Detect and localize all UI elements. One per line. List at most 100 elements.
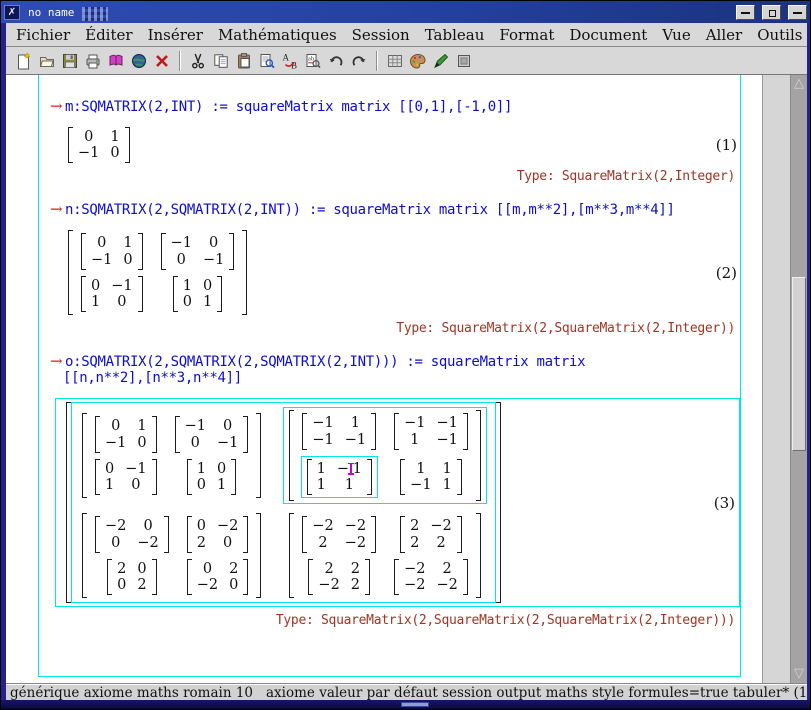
matrix: 11−11 [400,459,462,495]
menu-fichier[interactable]: Fichier [16,26,70,44]
menu-mathmatiques[interactable]: Mathématiques [218,26,337,44]
equation-label: (3) [708,494,735,512]
matrix-cell: 1 [137,418,146,434]
matrix-cell: 0 [117,294,126,310]
matrix-cell: −1 [111,278,132,294]
matrix-cell: 0 [117,577,126,593]
matrix-cell: 1 [110,129,119,145]
matrix: −100−1 [175,416,249,452]
paste-button[interactable] [232,49,255,73]
type-annotation: Type: SquareMatrix(2,Integer) [39,169,740,184]
matrix: 0−110 [95,459,157,495]
input-code[interactable]: o:SQMATRIX(2,SQMATRIX(2,SQMATRIX(2,INT))… [65,354,585,370]
maximize-button[interactable] [762,5,781,20]
session-output[interactable]: 01−10−100−10−1101001(2) [39,230,740,315]
matrix-cell: 0 [183,294,192,310]
vertical-scrollbar[interactable]: △ ▽ [790,75,807,683]
search-replace-button[interactable]: AB [278,49,301,73]
matrix-cell: 2 [318,535,327,551]
matrix-cell: 2 [443,561,452,577]
input-prompt-arrow: → [39,200,65,218]
input-code[interactable]: n:SQMATRIX(2,SQMATRIX(2,INT)) := squareM… [65,202,675,218]
iconify-button[interactable] [736,5,755,20]
session-input[interactable]: →o:SQMATRIX(2,SQMATRIX(2,SQMATRIX(2,INT)… [39,352,740,386]
copy-button[interactable] [209,49,232,73]
matrix-cell: −1 [312,415,333,431]
session-output[interactable]: 01−10−100−10−1101001−11−1−1−1−11−11−1111… [55,398,740,607]
matrix-cell: −2 [137,535,158,551]
save-button[interactable] [58,49,81,73]
menu-tableau[interactable]: Tableau [425,26,485,44]
shade-button[interactable] [788,5,807,20]
redo-icon [350,52,368,70]
matrix-grid: 1001 [192,459,231,495]
redo-button[interactable] [347,49,370,73]
scroll-down-icon[interactable]: ▽ [791,665,807,683]
matrix: 2002 [107,559,156,595]
horizontal-scrollbar-thumb[interactable] [401,702,429,707]
table-button[interactable] [383,49,406,73]
type-annotation: Type: SquareMatrix(2,SquareMatrix(2,Squa… [39,613,740,628]
window-title: no name [24,6,78,19]
print-button[interactable] [81,49,104,73]
axiom-session: →m:SQMATRIX(2,INT) := squareMatrix matri… [38,75,741,677]
search-button[interactable] [255,49,278,73]
matrix-grid: 01−10 [86,233,138,269]
input-prompt-arrow: → [39,97,65,115]
menu-format[interactable]: Format [499,26,554,44]
menu-aller[interactable]: Aller [706,26,742,44]
spell-check-button[interactable]: ab [301,49,324,73]
horizontal-scrollbar[interactable] [1,700,810,709]
matrix-cell: −1 [217,435,238,451]
book-button[interactable] [104,49,127,73]
matrix-right-bracket [256,513,261,598]
menu-insrer[interactable]: Insérer [148,26,203,44]
matrix-cell: 1 [351,415,360,431]
matrix: 2−222 [400,516,462,552]
matrix-cell: −2 [312,518,333,534]
main-area: →m:SQMATRIX(2,INT) := squareMatrix matri… [6,75,807,684]
input-code[interactable]: m:SQMATRIX(2,INT) := squareMatrix matrix… [65,99,512,115]
scrollbar-thumb[interactable] [792,277,806,451]
matrix-right-bracket [217,276,222,312]
matrix: −22−2−2 [394,559,468,595]
document-canvas[interactable]: →m:SQMATRIX(2,INT) := squareMatrix matri… [6,75,762,683]
scroll-up-icon[interactable]: △ [791,75,807,93]
globe-button[interactable] [127,49,150,73]
titlebar-grip [82,7,108,21]
menu-session[interactable]: Session [352,26,410,44]
matrix-cell: −2 [404,561,425,577]
matrix-grid: 01−10−100−10−1101001−11−1−1−1−11−11−1111… [71,402,496,603]
matrix-cell: 0 [209,235,218,251]
undo-button[interactable] [324,49,347,73]
session-input[interactable]: →m:SQMATRIX(2,INT) := squareMatrix matri… [39,97,740,115]
menu-outils[interactable]: Outils [757,26,802,44]
menu-diter[interactable]: Éditer [85,26,132,44]
input-code-continuation[interactable]: [[n,n**2],[n**3,n**4]] [39,370,740,386]
matrix-cell: 2 [436,535,445,551]
open-document-button[interactable] [35,49,58,73]
matrix-right-bracket [152,559,157,595]
matrix-cell: 0 [197,477,206,493]
matrix-cell: −1 [312,432,333,448]
matrix-right-bracket [457,516,462,552]
matrix-grid: −200−20−220200202−20 [87,513,256,598]
menu-document[interactable]: Document [569,26,647,44]
matrix-right-bracket [138,276,143,312]
close-icon [153,52,171,70]
session-output[interactable]: 01−10(1) [39,127,740,163]
new-document-button[interactable] [12,49,35,73]
matrix-cell: −1 [78,145,99,161]
session-input[interactable]: →n:SQMATRIX(2,SQMATRIX(2,INT)) := square… [39,200,740,218]
frame-button[interactable] [452,49,475,73]
cut-button[interactable] [186,49,209,73]
close-button[interactable] [150,49,173,73]
save-icon [61,52,79,70]
window-menu-button[interactable]: ✗ [4,5,20,20]
color-palette-button[interactable] [406,49,429,73]
pen-button[interactable] [429,49,452,73]
menu-vue[interactable]: Vue [662,26,690,44]
globe-icon [130,52,148,70]
matrix-grid: 0−110 [86,276,138,312]
matrix-right-bracket [367,459,372,495]
